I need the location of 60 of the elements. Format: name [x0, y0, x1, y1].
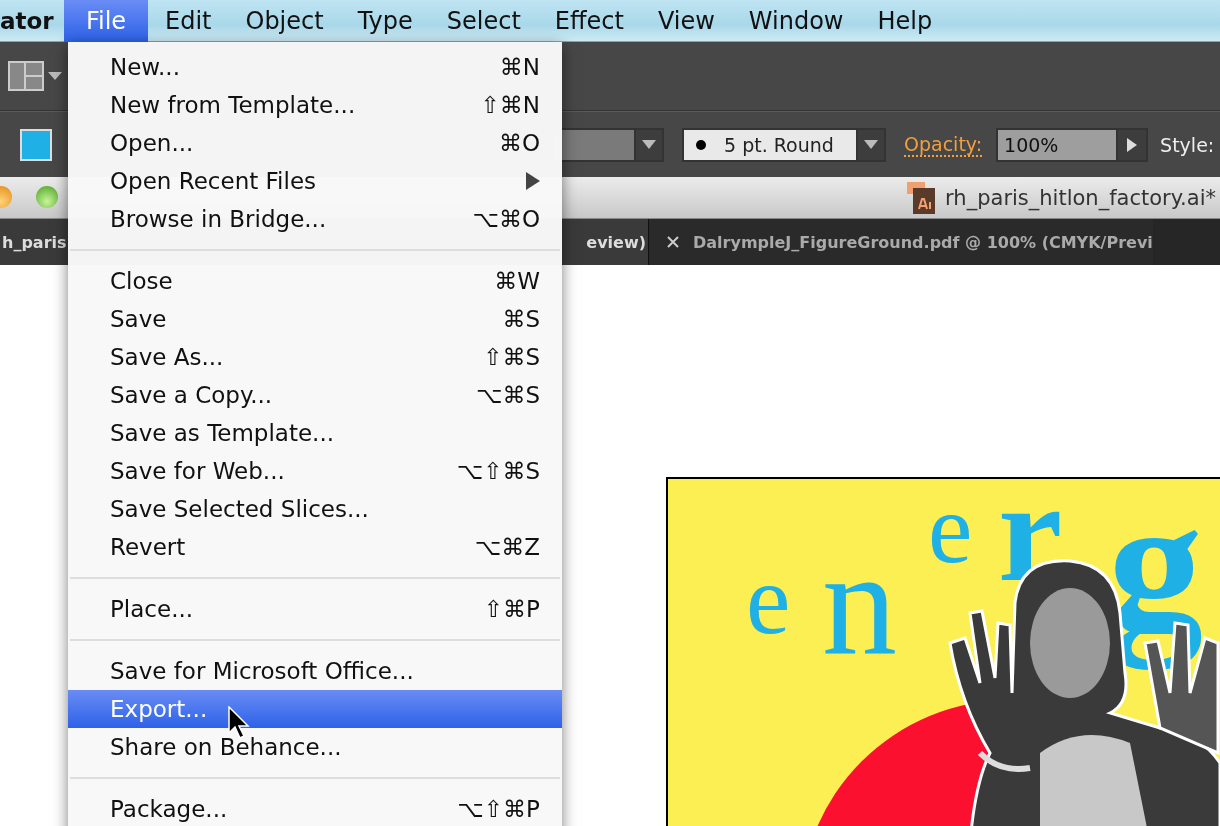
menu-title[interactable]: File — [64, 0, 148, 42]
shortcut-text: ⌘N — [499, 54, 540, 80]
tab-label: DalrympleJ_FigureGround.pdf @ 100% (CMYK/Previ — [693, 232, 1153, 252]
artwork-letter: e — [928, 479, 973, 579]
menu-item[interactable]: Open... ⌘O — [68, 124, 562, 162]
menu-title[interactable]: Type — [340, 0, 430, 42]
menu-item[interactable]: Save ⌘S — [68, 300, 562, 338]
shortcut-text: ⇧⌘S — [483, 344, 540, 370]
menu-item[interactable]: Place... ⇧⌘P — [68, 590, 562, 628]
app-name: ator — [0, 7, 55, 34]
shortcut-text: ⌥⌘O — [472, 206, 540, 232]
menu-title[interactable]: Select — [429, 0, 538, 42]
menu-item[interactable]: Open Recent Files — [68, 162, 562, 200]
menu-title[interactable]: Effect — [537, 0, 641, 42]
ai-file-icon — [907, 181, 938, 214]
menu-item[interactable]: Package... ⌥⇧⌘P — [68, 790, 562, 826]
menu-item[interactable]: Save for Microsoft Office... — [68, 652, 562, 690]
shortcut-text: ⇧⌘P — [483, 596, 540, 622]
opacity-arrow-button[interactable] — [1118, 127, 1149, 162]
tab-label: eview) — [585, 232, 647, 252]
menu-item[interactable]: Close ⌘W — [68, 262, 562, 300]
stroke-profile-field[interactable]: 5 pt. Round — [682, 127, 858, 162]
menu-item[interactable]: Save Selected Slices... — [68, 490, 562, 528]
menu-item[interactable]: Share on Behance... — [68, 728, 562, 766]
menu-title[interactable]: Window — [731, 0, 861, 42]
shortcut-text: ⌥⇧⌘S — [456, 458, 540, 484]
menu-title[interactable]: Object — [228, 0, 341, 42]
opacity-link[interactable]: Opacity: — [904, 132, 983, 157]
menu-title[interactable]: Help — [860, 0, 950, 42]
menu-item[interactable]: Save as Template... — [68, 414, 562, 452]
dropdown-arrow-icon — [642, 140, 656, 149]
dropdown-button[interactable] — [858, 127, 886, 162]
artwork-letter: e — [746, 550, 791, 650]
shortcut-text: ⌥⌘S — [475, 382, 540, 408]
menu-title[interactable]: View — [640, 0, 732, 42]
right-arrow-icon — [1127, 137, 1138, 152]
dropdown-arrow-icon — [864, 140, 878, 149]
shortcut-text: ⌘S — [502, 306, 540, 332]
style-label: Style: — [1160, 133, 1215, 156]
layout-icon[interactable] — [8, 61, 64, 91]
menu-item[interactable]: Browse in Bridge... ⌥⌘O — [68, 200, 562, 238]
menu-item[interactable]: Revert ⌥⌘Z — [68, 528, 562, 566]
document-title: rh_paris_hitlon_factory.ai* — [945, 185, 1216, 210]
tab-label: h_paris — [1, 232, 68, 252]
menu-item[interactable]: New from Template... ⇧⌘N — [68, 86, 562, 124]
dropdown-button[interactable] — [636, 127, 664, 162]
fill-swatch[interactable] — [20, 128, 52, 161]
close-icon[interactable] — [667, 236, 679, 248]
shortcut-text: ⌘W — [494, 268, 540, 294]
document-tab[interactable]: DalrympleJ_FigureGround.pdf @ 100% (CMYK/Previ — [648, 219, 1153, 265]
opacity-field[interactable]: 100% — [996, 127, 1119, 162]
menu-item[interactable]: Save As... ⇧⌘S — [68, 338, 562, 376]
shortcut-text: ⇧⌘N — [480, 92, 540, 118]
menu-item[interactable]: Save for Web... ⌥⇧⌘S — [68, 452, 562, 490]
shortcut-text: ⌘O — [498, 130, 540, 156]
shortcut-text: ⌥⌘Z — [474, 534, 540, 560]
artwork-letter: n — [822, 527, 897, 677]
shortcut-text: ⌥⇧⌘P — [457, 796, 540, 822]
menu-title[interactable]: Edit — [148, 0, 229, 42]
menu-item[interactable]: Save a Copy... ⌥⌘S — [68, 376, 562, 414]
